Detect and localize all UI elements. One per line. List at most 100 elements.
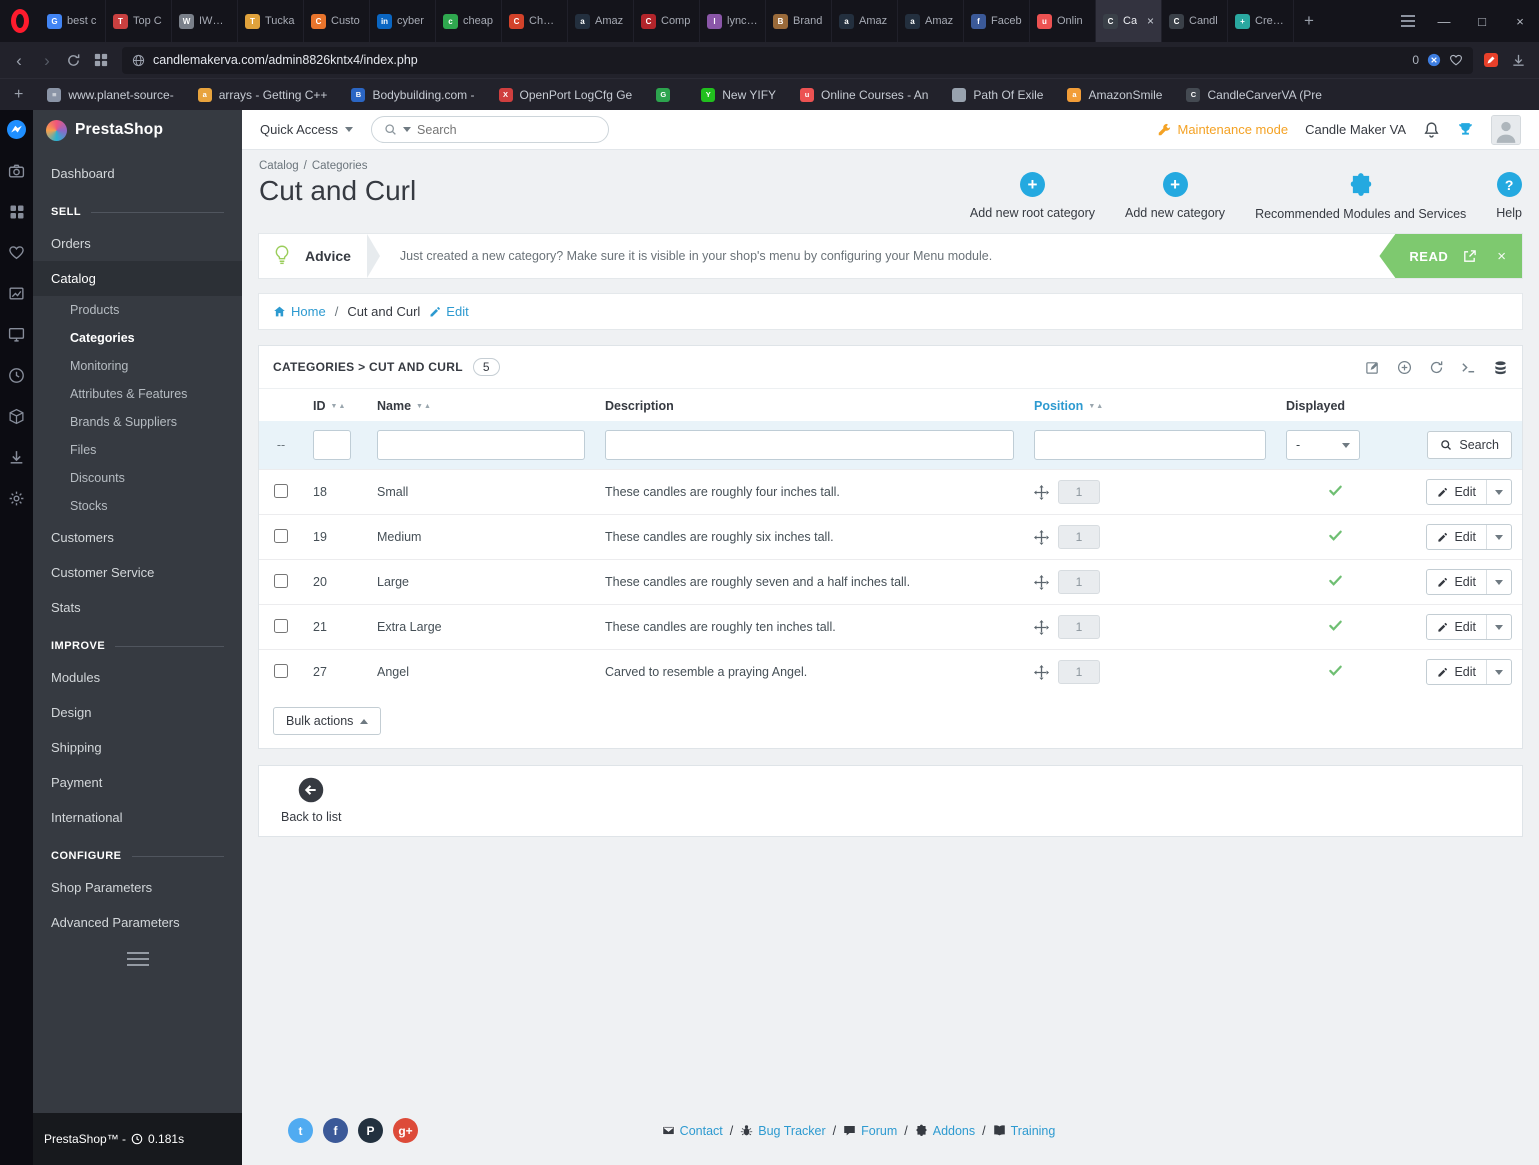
sidebar-item-modules[interactable]: Modules (33, 660, 242, 695)
sidebar-item-products[interactable]: Products (33, 296, 242, 324)
downloads-icon[interactable] (1511, 53, 1529, 68)
edit-row-button[interactable]: Edit (1426, 659, 1512, 685)
recommended-modules-button[interactable]: Recommended Modules and Services (1255, 172, 1466, 221)
prestashop-ball-icon[interactable]: P (358, 1118, 383, 1143)
sidebar-item-categories[interactable]: Categories (33, 324, 242, 352)
blocker-icon[interactable] (1427, 53, 1441, 67)
sidebar-item-stocks[interactable]: Stocks (33, 492, 242, 520)
edit-dropdown-caret[interactable] (1486, 525, 1511, 549)
footer-link-training[interactable]: Training (993, 1124, 1055, 1138)
search-button[interactable]: Search (1427, 431, 1512, 459)
shop-name-link[interactable]: Candle Maker VA (1305, 122, 1406, 137)
browser-tab[interactable]: T Tucka (238, 0, 304, 42)
sort-id-icon[interactable]: ▼ ▲ (331, 403, 346, 410)
sort-position-icon[interactable]: ▼ ▲ (1088, 403, 1103, 410)
filter-id-input[interactable] (313, 430, 351, 460)
bulk-actions-button[interactable]: Bulk actions (273, 707, 382, 735)
bookmark-item[interactable]: C CandleCarverVA (Pre (1186, 87, 1322, 102)
googleplus-icon[interactable]: g+ (393, 1118, 418, 1143)
edit-dropdown-caret[interactable] (1486, 480, 1511, 504)
maintenance-mode-link[interactable]: Maintenance mode (1157, 122, 1288, 137)
prestashop-logo[interactable]: PrestaShop (33, 110, 242, 150)
collapse-menu-icon[interactable] (33, 940, 242, 978)
browser-tab[interactable]: + Create (1228, 0, 1294, 42)
edit-row-button[interactable]: Edit (1426, 569, 1512, 595)
help-button[interactable]: ? Help (1496, 172, 1522, 220)
edit-panel-icon[interactable] (1365, 360, 1380, 375)
browser-tab[interactable]: C Candl (1162, 0, 1228, 42)
add-new-root-category-button[interactable]: + Add new root category (970, 172, 1095, 220)
browser-tab[interactable]: in cyber (370, 0, 436, 42)
notifications-bell-icon[interactable] (1423, 121, 1440, 138)
sidebar-item-customers[interactable]: Customers (33, 520, 242, 555)
browser-tab[interactable]: f Faceb (964, 0, 1030, 42)
search-scope-caret-icon[interactable] (403, 127, 412, 132)
filter-position-input[interactable] (1034, 430, 1266, 460)
bookmark-item[interactable]: Y New YIFY (701, 87, 776, 102)
row-checkbox[interactable] (274, 483, 288, 498)
sidebar-item-shipping[interactable]: Shipping (33, 730, 242, 765)
row-checkbox[interactable] (274, 663, 288, 678)
facebook-icon[interactable]: f (323, 1118, 348, 1143)
drag-handle-icon[interactable] (1034, 529, 1049, 545)
edit-dropdown-caret[interactable] (1486, 615, 1511, 639)
heart-icon[interactable] (1449, 53, 1463, 67)
displayed-check-icon[interactable] (1328, 528, 1343, 543)
browser-tab[interactable]: C Cheap (502, 0, 568, 42)
bookmark-item[interactable]: G (656, 87, 677, 102)
browser-tab[interactable]: u Onlin (1030, 0, 1096, 42)
displayed-check-icon[interactable] (1328, 483, 1343, 498)
filter-displayed-select[interactable]: - (1286, 430, 1360, 460)
tab-close-icon[interactable]: × (1147, 14, 1154, 28)
heart-rail-icon[interactable] (8, 244, 25, 261)
sidebar-item-shop-parameters[interactable]: Shop Parameters (33, 870, 242, 905)
footer-link-addons[interactable]: Addons (915, 1124, 975, 1138)
browser-tab[interactable]: a Amaz (832, 0, 898, 42)
edit-row-button[interactable]: Edit (1426, 524, 1512, 550)
displayed-check-icon[interactable] (1328, 618, 1343, 633)
reload-icon[interactable] (66, 53, 84, 68)
sidebar-item-payment[interactable]: Payment (33, 765, 242, 800)
tab-menu-icon[interactable] (1391, 15, 1425, 27)
edit-row-button[interactable]: Edit (1426, 614, 1512, 640)
sidebar-item-files[interactable]: Files (33, 436, 242, 464)
bookmark-item[interactable]: Path Of Exile (952, 87, 1043, 102)
minimize-button[interactable]: — (1425, 0, 1463, 42)
bookmark-item[interactable]: a arrays - Getting C++ (197, 87, 327, 102)
messenger-icon[interactable] (7, 120, 26, 139)
bookmark-item[interactable]: ≡ www.planet-source- (47, 87, 174, 102)
dismiss-advice-icon[interactable]: × (1497, 248, 1506, 265)
sidebar-item-advanced-parameters[interactable]: Advanced Parameters (33, 905, 242, 940)
browser-tab[interactable]: a Amaz (898, 0, 964, 42)
footer-link-bug-tracker[interactable]: Bug Tracker (740, 1124, 826, 1138)
home-link[interactable]: Home (273, 304, 326, 319)
sidebar-item-customer-service[interactable]: Customer Service (33, 555, 242, 590)
snapshot-icon[interactable] (1483, 52, 1501, 68)
browser-tab[interactable]: l lynchb (700, 0, 766, 42)
close-button[interactable]: × (1501, 0, 1539, 42)
drag-handle-icon[interactable] (1034, 664, 1049, 680)
sidebar-item-catalog[interactable]: Catalog (33, 261, 242, 296)
new-tab-button[interactable]: + (1294, 0, 1324, 42)
gear-icon[interactable] (8, 490, 25, 507)
footer-link-contact[interactable]: Contact (662, 1124, 723, 1138)
back-icon[interactable]: ‹ (10, 52, 28, 69)
drag-handle-icon[interactable] (1034, 484, 1049, 500)
layers-icon[interactable] (1493, 360, 1508, 375)
back-to-list-button[interactable]: Back to list (281, 776, 341, 824)
maximize-button[interactable]: □ (1463, 0, 1501, 42)
terminal-icon[interactable] (1461, 360, 1476, 375)
bookmark-item[interactable]: a AmazonSmile (1067, 87, 1162, 102)
browser-tab[interactable]: Gbest c (40, 0, 106, 42)
bookmark-item[interactable]: X OpenPort LogCfg Ge (498, 87, 632, 102)
sort-name-icon[interactable]: ▼ ▲ (416, 403, 431, 410)
displayed-check-icon[interactable] (1328, 663, 1343, 678)
browser-tab[interactable]: W IWB C (172, 0, 238, 42)
download-rail-icon[interactable] (8, 449, 25, 466)
sidebar-item-monitoring[interactable]: Monitoring (33, 352, 242, 380)
trophy-icon[interactable] (1457, 121, 1474, 138)
sidebar-item-attributes-features[interactable]: Attributes & Features (33, 380, 242, 408)
refresh-icon[interactable] (1429, 360, 1444, 375)
footer-link-forum[interactable]: Forum (843, 1124, 897, 1138)
twitter-icon[interactable]: t (288, 1118, 313, 1143)
